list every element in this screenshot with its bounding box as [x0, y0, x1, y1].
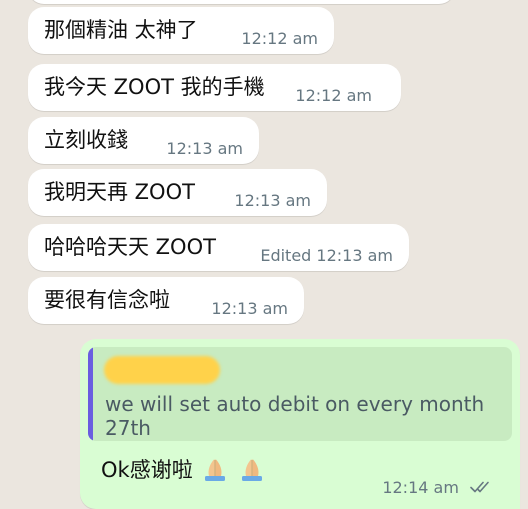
- message-text: 要很有信念啦: [44, 288, 170, 312]
- quoted-message[interactable]: we will set auto debit on every month 27…: [88, 347, 512, 441]
- quoted-message-text: we will set auto debit on every month 27…: [105, 392, 485, 440]
- message-bubble[interactable]: 哈哈哈天天 ZOOT Edited 12:13 am: [28, 224, 409, 271]
- chat-area: 那個精油 太神了 12:12 am 我今天 ZOOT 我的手機 12:12 am…: [0, 0, 528, 509]
- folded-hands-icon: [242, 459, 263, 481]
- message-text: 我今天 ZOOT 我的手機: [44, 75, 265, 99]
- message-time: 12:13 am: [166, 139, 243, 158]
- message-bubble[interactable]: 要很有信念啦 12:13 am: [28, 277, 304, 324]
- message-bubble[interactable]: 我今天 ZOOT 我的手機 12:12 am: [28, 64, 401, 111]
- message-text: 我明天再 ZOOT: [44, 180, 195, 204]
- message-time: 12:12 am: [295, 86, 372, 105]
- quoted-sender-name-redacted: [104, 356, 220, 384]
- outgoing-message-bubble[interactable]: we will set auto debit on every month 27…: [80, 339, 520, 509]
- quote-accent-bar: [88, 347, 93, 441]
- message-time: 12:13 am: [234, 191, 311, 210]
- message-text: 哈哈哈天天 ZOOT: [44, 235, 216, 259]
- message-time: 12:13 am: [211, 299, 288, 318]
- message-bubble-cut-off[interactable]: [28, 0, 455, 4]
- folded-hands-icon: [205, 459, 226, 481]
- outgoing-message-text: Ok感谢啦: [101, 458, 193, 482]
- double-check-icon: [470, 481, 489, 493]
- outgoing-message-meta: 12:14 am: [382, 478, 492, 497]
- message-text: 立刻收錢: [44, 128, 128, 152]
- message-text: 那個精油 太神了: [44, 18, 198, 42]
- message-bubble[interactable]: 那個精油 太神了 12:12 am: [28, 7, 334, 54]
- message-time: 12:12 am: [241, 29, 318, 48]
- outgoing-message-content: Ok感谢啦: [101, 455, 266, 484]
- message-bubble[interactable]: 我明天再 ZOOT 12:13 am: [28, 169, 327, 216]
- message-time: Edited 12:13 am: [260, 246, 393, 265]
- message-bubble[interactable]: 立刻收錢 12:13 am: [28, 117, 259, 164]
- outgoing-message-time: 12:14 am: [382, 478, 459, 497]
